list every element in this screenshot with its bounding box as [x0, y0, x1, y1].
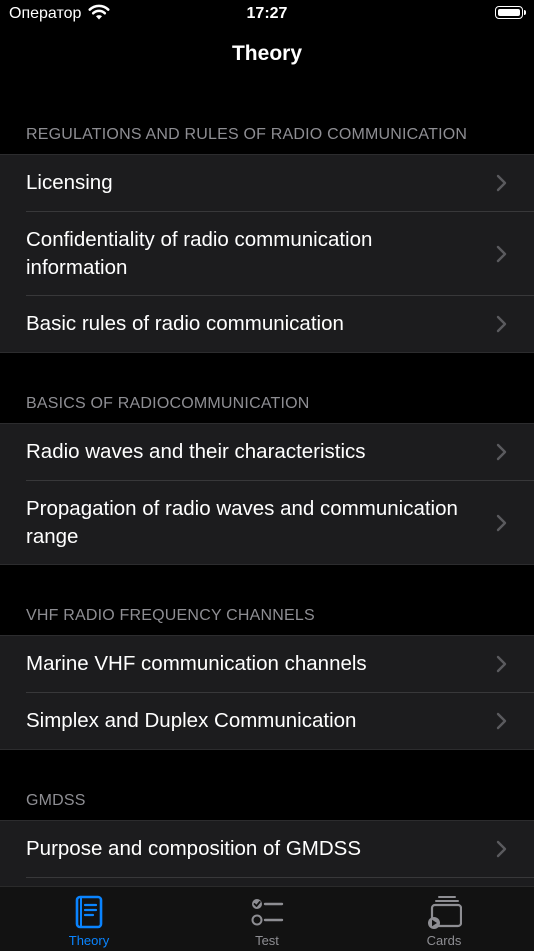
theory-list[interactable]: REGULATIONS AND RULES OF RADIO COMMUNICA… [0, 0, 534, 886]
chevron-right-icon [496, 840, 507, 858]
section-group-vhf: Marine VHF communication channels Simple… [0, 635, 534, 750]
list-item-label: Propagation of radio waves and communica… [26, 496, 458, 548]
section-group-regulations: Licensing Confidentiality of radio commu… [0, 154, 534, 353]
section-header-regulations: REGULATIONS AND RULES OF RADIO COMMUNICA… [26, 126, 468, 143]
list-item-label: Marine VHF communication channels [26, 652, 367, 675]
cards-icon [428, 896, 462, 929]
section-group-gmdss: Purpose and composition of GMDSS [0, 820, 534, 886]
list-item-label: Confidentiality of radio communication i… [26, 227, 373, 279]
list-item-label: Licensing [26, 171, 113, 194]
list-item-label: Purpose and composition of GMDSS [26, 837, 361, 860]
tab-cards[interactable]: Cards [384, 887, 504, 951]
list-item-marine-vhf[interactable]: Marine VHF communication channels [0, 636, 534, 692]
chevron-right-icon [496, 245, 507, 262]
list-item-basic-rules[interactable]: Basic rules of radio communication [0, 296, 534, 352]
list-item-label: Radio waves and their characteristics [26, 440, 366, 463]
tab-test[interactable]: Test [207, 887, 327, 951]
list-item-simplex-duplex[interactable]: Simplex and Duplex Communication [0, 693, 534, 749]
list-item-label: Simplex and Duplex Communication [26, 709, 357, 732]
list-item-partial [0, 878, 534, 886]
section-header-basics: BASICS OF RADIOCOMMUNICATION [26, 395, 310, 412]
chevron-right-icon [496, 712, 507, 730]
list-item-licensing[interactable]: Licensing [0, 155, 534, 211]
checklist-icon [251, 899, 284, 926]
chevron-right-icon [496, 443, 507, 461]
list-item-propagation[interactable]: Propagation of radio waves and communica… [0, 481, 534, 564]
section-group-basics: Radio waves and their characteristics Pr… [0, 423, 534, 565]
list-item-gmdss-purpose[interactable]: Purpose and composition of GMDSS [0, 821, 534, 877]
tab-label: Theory [68, 933, 110, 948]
chevron-right-icon [496, 315, 507, 333]
book-icon [75, 895, 103, 929]
tab-label: Test [255, 933, 279, 948]
section-header-gmdss: GMDSS [26, 792, 86, 809]
section-header-vhf: VHF RADIO FREQUENCY CHANNELS [26, 607, 315, 624]
tab-bar: Theory Test Cards [0, 886, 534, 951]
tab-theory[interactable]: Theory [29, 887, 149, 951]
chevron-right-icon [496, 655, 507, 673]
chevron-right-icon [496, 174, 507, 192]
chevron-right-icon [496, 514, 507, 531]
list-item-label: Basic rules of radio communication [26, 312, 344, 335]
tab-label: Cards [426, 933, 462, 948]
list-item-radio-waves[interactable]: Radio waves and their characteristics [0, 424, 534, 480]
list-item-confidentiality[interactable]: Confidentiality of radio communication i… [0, 212, 534, 295]
